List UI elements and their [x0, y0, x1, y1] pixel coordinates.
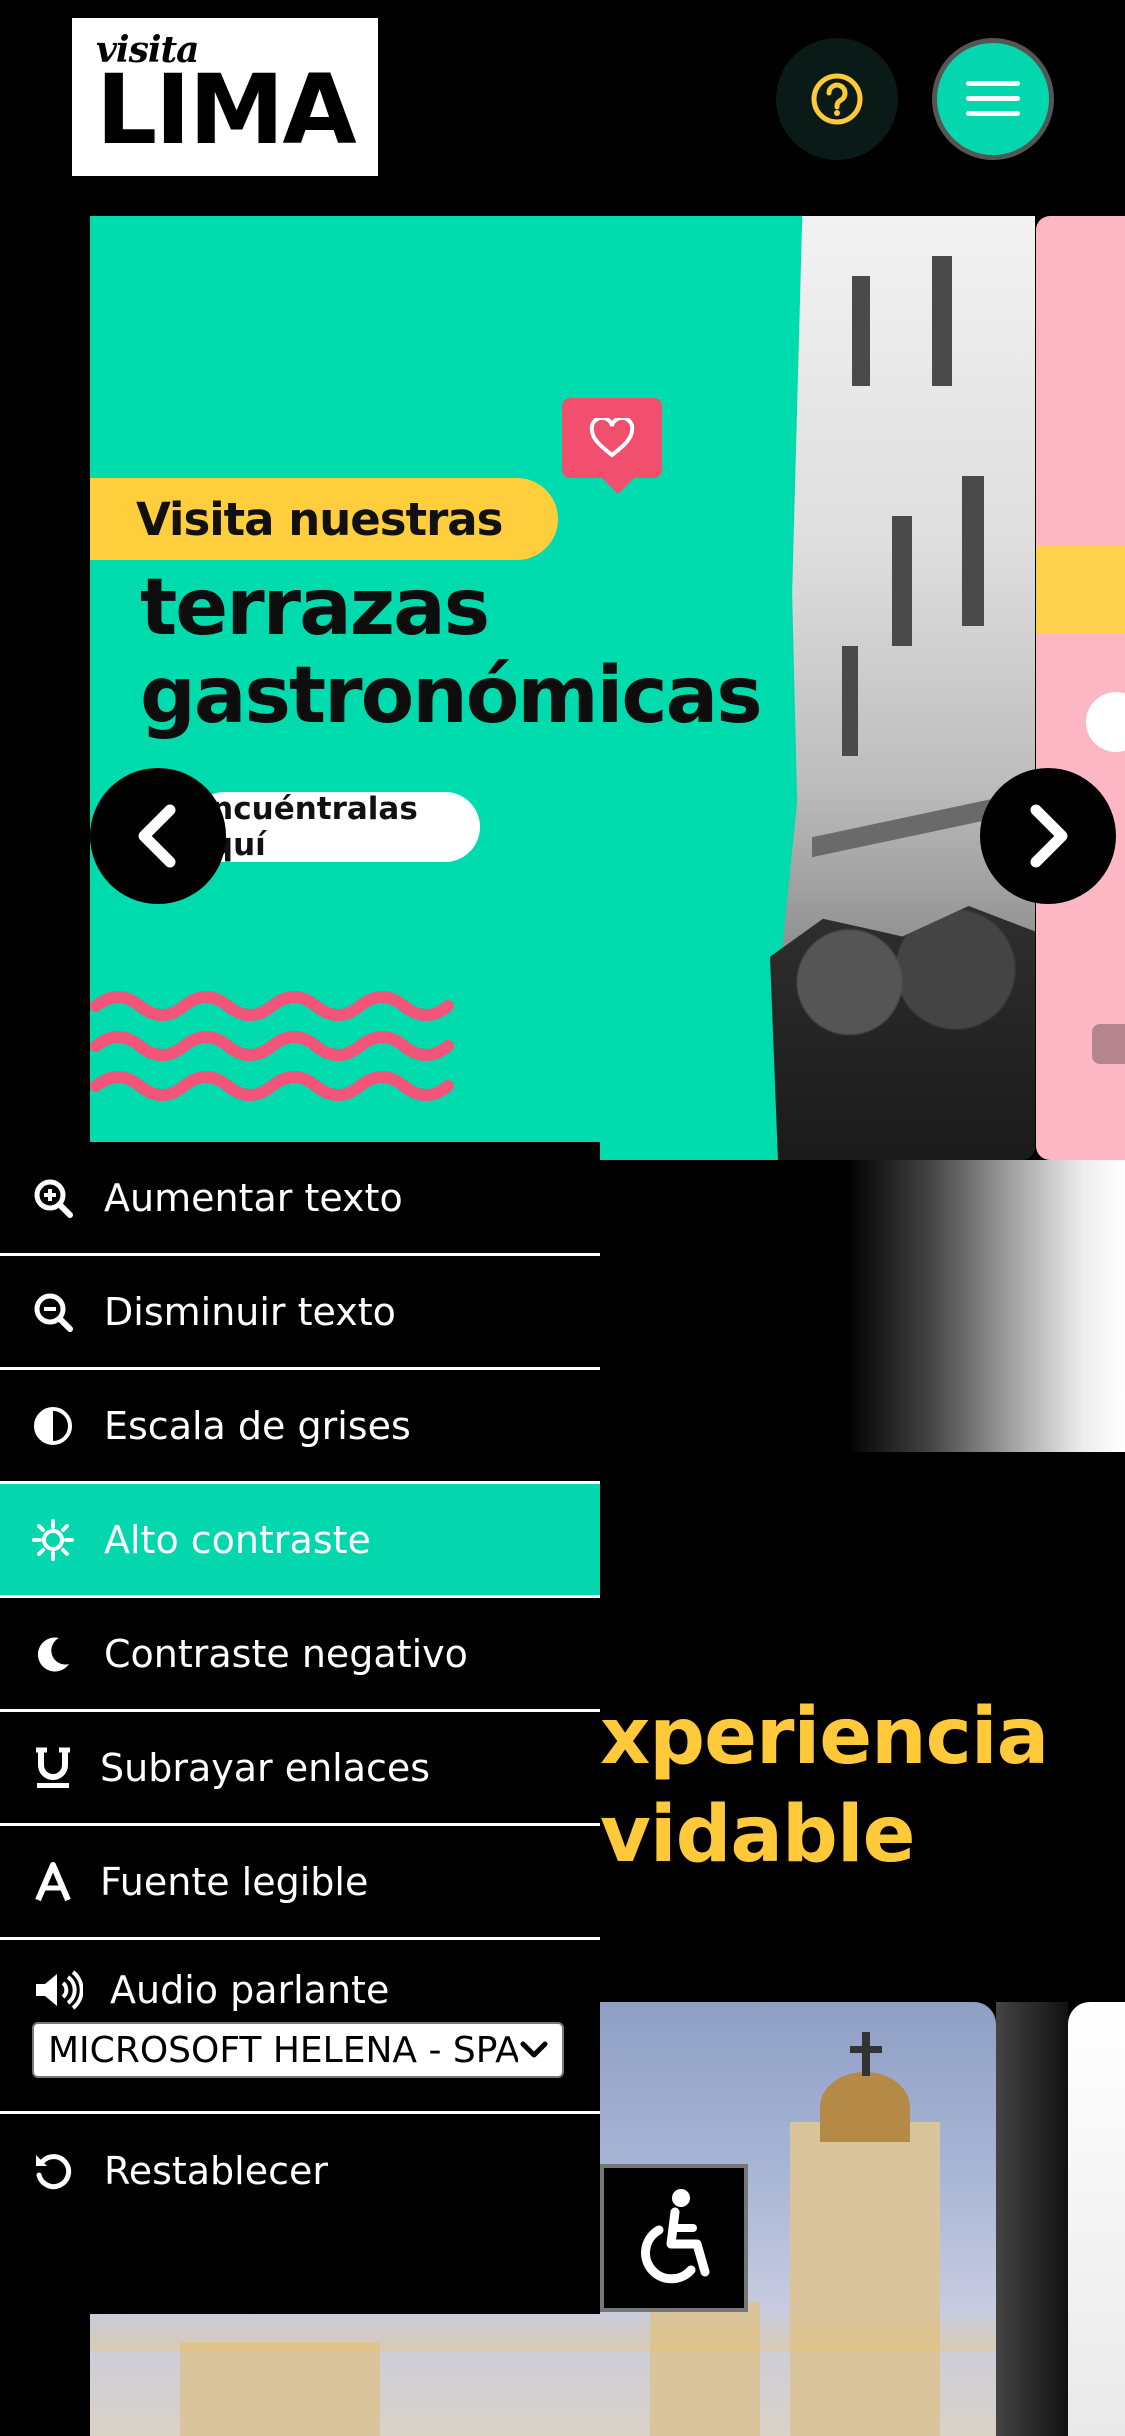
next-slide-preview — [1036, 216, 1125, 1160]
a11y-label: Escala de grises — [104, 1403, 411, 1448]
hamburger-icon — [966, 81, 1020, 116]
section-heading: xperiencia vidable — [600, 1688, 1049, 1884]
wheelchair-icon — [641, 2189, 710, 2284]
help-button[interactable] — [776, 38, 898, 160]
reset-icon — [32, 2150, 74, 2192]
peek-white-dot — [1086, 692, 1125, 752]
chevron-right-icon — [1030, 804, 1068, 868]
a11y-label: Fuente legible — [100, 1859, 369, 1904]
section-heading-line1: xperiencia — [600, 1692, 1049, 1782]
question-circle-icon — [811, 73, 863, 125]
a11y-high-contrast[interactable]: Alto contraste — [0, 1484, 600, 1598]
a11y-underline-links[interactable]: Subrayar enlaces — [0, 1712, 600, 1826]
menu-button[interactable] — [932, 38, 1054, 160]
church-tower-right — [790, 2122, 940, 2436]
slide-title-line1: terrazas — [140, 563, 490, 653]
voice-select-value: MICROSOFT HELENA - SPANISH (SPAIN) — [48, 2029, 518, 2071]
heart-icon — [562, 398, 662, 494]
half-circle-icon — [32, 1405, 74, 1447]
a11y-negative-contrast[interactable]: Contraste negativo — [0, 1598, 600, 1712]
zoom-in-icon — [32, 1177, 74, 1219]
font-icon — [32, 1861, 74, 1903]
section-heading-line2: vidable — [600, 1790, 916, 1880]
a11y-label: Alto contraste — [104, 1517, 371, 1562]
chevron-left-icon — [138, 804, 176, 868]
promo-slide[interactable]: Visita nuestras terrazas gastronómicas E… — [90, 216, 1035, 1160]
logo-big-text: LIMA — [96, 54, 357, 166]
gradient-band — [600, 1160, 1125, 1452]
a11y-label: Contraste negativo — [104, 1631, 468, 1676]
a11y-label: Restablecer — [104, 2149, 329, 2193]
slider-prev-button[interactable] — [90, 768, 226, 904]
a11y-audio-row: Audio parlante — [32, 1968, 389, 2012]
wave-decoration — [90, 991, 454, 1101]
peek-yellow-band — [1036, 546, 1125, 634]
chevron-down-icon — [520, 2041, 548, 2058]
slide-cta-label: Encuéntralas aquí — [190, 792, 418, 862]
a11y-label: Subrayar enlaces — [100, 1745, 431, 1790]
card-gap — [996, 2002, 1068, 2436]
a11y-audio[interactable]: Audio parlante MICROSOFT HELENA - SPANIS… — [0, 1940, 600, 2114]
slider-next-button[interactable] — [980, 768, 1116, 904]
peek-dark-mark — [1092, 1024, 1125, 1064]
a11y-label: Disminuir texto — [104, 1289, 396, 1334]
plants-photo — [770, 906, 1035, 1160]
next-card-preview[interactable] — [1068, 2002, 1125, 2436]
a11y-grayscale[interactable]: Escala de grises — [0, 1370, 600, 1484]
voice-select[interactable]: MICROSOFT HELENA - SPANISH (SPAIN) — [32, 2022, 564, 2078]
speaker-icon — [32, 1969, 84, 2011]
logo[interactable]: visita LIMA — [72, 18, 378, 176]
a11y-readable-font[interactable]: Fuente legible — [0, 1826, 600, 1940]
a11y-increase-text[interactable]: Aumentar texto — [0, 1142, 600, 1256]
slide-cta-button[interactable]: Encuéntralas aquí — [190, 792, 480, 862]
accessibility-panel: Aumentar texto Disminuir texto Escala de… — [0, 1142, 600, 2314]
a11y-audio-label: Audio parlante — [110, 1968, 390, 2012]
slide-title-line2: gastronómicas — [140, 651, 763, 741]
accessibility-toggle-button[interactable] — [600, 2164, 748, 2312]
church-tower-left — [180, 2342, 380, 2436]
slide-title: terrazas gastronómicas — [140, 563, 763, 741]
a11y-decrease-text[interactable]: Disminuir texto — [0, 1256, 600, 1370]
a11y-reset[interactable]: Restablecer — [0, 2114, 600, 2228]
a11y-label: Aumentar texto — [104, 1175, 403, 1220]
moon-icon — [32, 1633, 74, 1675]
zoom-out-icon — [32, 1291, 74, 1333]
sun-icon — [32, 1518, 74, 1561]
underline-icon — [32, 1747, 74, 1789]
church-dome-right — [820, 2072, 910, 2142]
slide-tag: Visita nuestras — [90, 478, 558, 560]
